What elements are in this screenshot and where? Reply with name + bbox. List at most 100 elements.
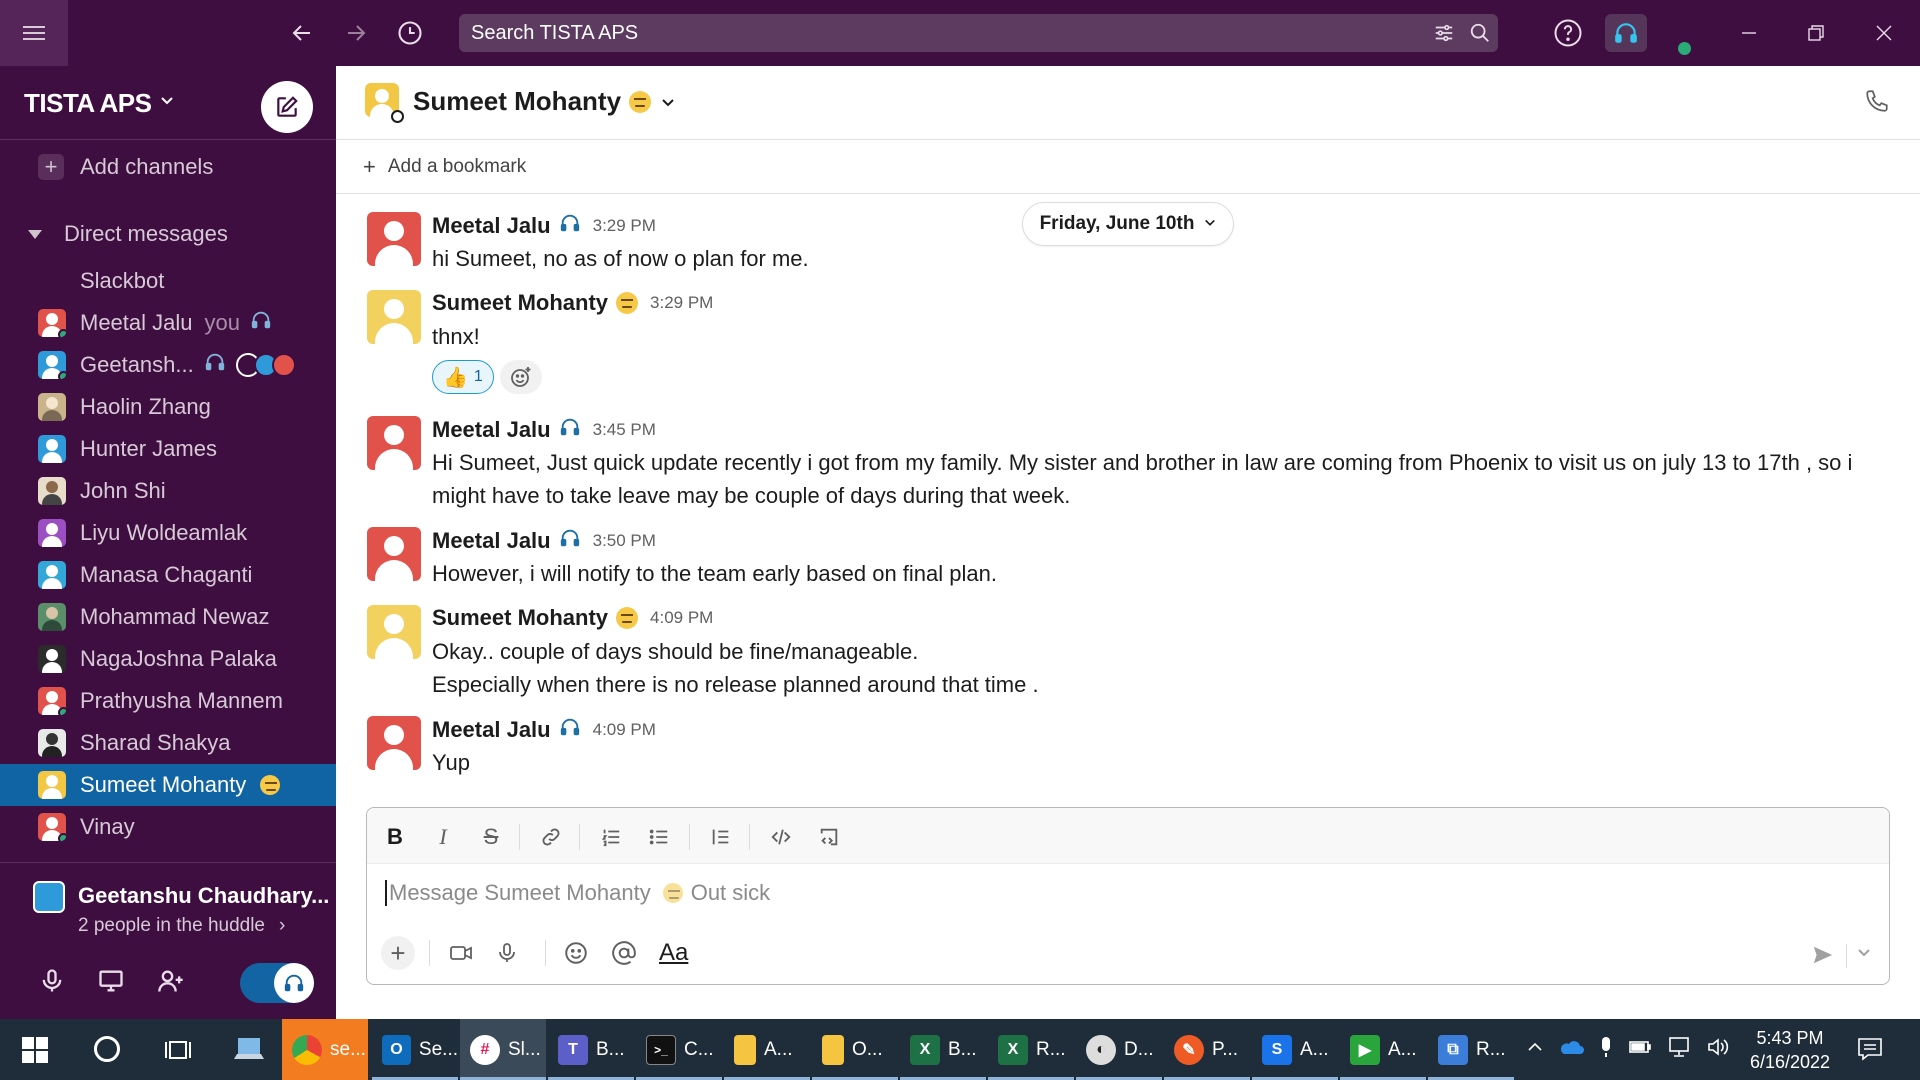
chevron-up-icon[interactable] [1526,1038,1544,1061]
format-text-icon[interactable]: Aa [659,936,688,970]
channel-title[interactable]: Sumeet Mohanty [413,86,675,117]
thumbs-up-reaction[interactable]: 👍 1 [432,360,494,394]
mention-icon[interactable] [611,936,637,970]
volume-icon[interactable] [1706,1036,1730,1063]
cortana-icon[interactable] [94,1036,120,1062]
message-author[interactable]: Sumeet Mohanty [432,290,608,316]
forward-arrow-icon[interactable] [340,17,372,49]
message-input[interactable]: Message Sumeet Mohanty Out sick [385,880,770,906]
help-icon[interactable] [1552,17,1584,49]
sidebar-item-geetanshu[interactable]: Geetansh... [0,344,336,386]
add-channels-button[interactable]: + Add channels [38,154,213,180]
back-arrow-icon[interactable] [286,17,318,49]
microphone-icon[interactable] [1598,1035,1614,1064]
avatar[interactable] [367,416,421,470]
taskbar-app-slack[interactable]: # Sl... [460,1019,546,1080]
sidebar-item-liyu-woldeamlak[interactable]: Liyu Woldeamlak [0,512,336,554]
taskbar-app-postman[interactable]: ✎ P... [1164,1019,1250,1080]
taskbar-app-explorer-a[interactable]: A... [724,1019,810,1080]
chevron-down-icon[interactable] [1857,946,1871,965]
bold-icon[interactable]: B [379,822,411,852]
microphone-icon[interactable] [38,967,66,1000]
task-view-icon[interactable] [164,1037,192,1068]
message-timestamp[interactable]: 4:09 PM [593,720,656,740]
direct-messages-header[interactable]: Direct messages [28,221,228,247]
add-bookmark-button[interactable]: + Add a bookmark [363,154,526,180]
taskbar-app-d[interactable]: ◐ D... [1076,1019,1162,1080]
message-timestamp[interactable]: 3:50 PM [593,531,656,551]
send-icon[interactable] [1811,944,1835,971]
avatar[interactable] [367,527,421,581]
compose-button[interactable] [261,81,313,133]
video-clip-icon[interactable] [447,936,475,970]
sidebar-item-haolin-zhang[interactable]: Haolin Zhang [0,386,336,428]
code-block-icon[interactable] [813,822,845,852]
notifications-icon[interactable] [1856,1036,1884,1067]
huddle-subtitle[interactable]: 2 people in the huddle › [78,915,285,937]
search-bar[interactable]: Search TISTA APS [459,14,1498,52]
sidebar-item-vinay[interactable]: Vinay [0,806,336,848]
huddle-toggle[interactable] [240,963,314,1003]
message-author[interactable]: Meetal Jalu [432,213,551,239]
message-author[interactable]: Sumeet Mohanty [432,605,608,631]
message-author[interactable]: Meetal Jalu [432,417,551,443]
sidebar-item-prathyusha-mannem[interactable]: Prathyusha Mannem [0,680,336,722]
numbered-list-icon[interactable] [595,822,627,852]
history-clock-icon[interactable] [394,17,426,49]
laptop-app-icon[interactable] [232,1035,266,1070]
avatar[interactable] [367,716,421,770]
blockquote-icon[interactable] [705,822,737,852]
huddle-headset-button[interactable] [1605,14,1647,52]
huddle-name[interactable]: Geetanshu Chaudhary... [78,883,329,909]
taskbar-app-outlook[interactable]: O Se... [372,1019,458,1080]
avatar[interactable] [367,290,421,344]
sidebar-item-manasa-chaganti[interactable]: Manasa Chaganti [0,554,336,596]
battery-icon[interactable] [1628,1038,1652,1061]
sidebar-item-sumeet-mohanty[interactable]: Sumeet Mohanty [0,764,336,806]
attach-plus-icon[interactable]: + [381,936,415,970]
onedrive-icon[interactable] [1558,1038,1584,1061]
bulleted-list-icon[interactable] [643,822,675,852]
sidebar-item-nagajoshna-palaka[interactable]: NagaJoshna Palaka [0,638,336,680]
screen-share-icon[interactable] [96,967,126,1000]
code-icon[interactable] [765,822,797,852]
audio-clip-icon[interactable] [495,936,519,970]
message-author[interactable]: Meetal Jalu [432,717,551,743]
date-divider[interactable]: Friday, June 10th [1022,202,1234,246]
chevron-down-icon[interactable] [160,94,174,113]
search-filter-icon[interactable] [1426,15,1462,51]
system-clock[interactable]: 5:43 PM 6/16/2022 [1740,1026,1840,1074]
taskbar-app-media[interactable]: ▶ A... [1340,1019,1426,1080]
message-timestamp[interactable]: 3:29 PM [593,216,656,236]
message-timestamp[interactable]: 4:09 PM [650,608,713,628]
strikethrough-icon[interactable]: S [475,822,507,852]
add-reaction-button[interactable] [499,360,542,394]
phone-icon[interactable] [1864,88,1890,119]
taskbar-app-terminal[interactable]: >_ C... [636,1019,722,1080]
taskbar-app-remote-desktop[interactable]: ⧉ R... [1428,1019,1514,1080]
sidebar-item-hunter-james[interactable]: Hunter James [0,428,336,470]
italic-icon[interactable]: I [427,822,459,852]
restore-icon[interactable] [1800,17,1832,49]
message-timestamp[interactable]: 3:45 PM [593,420,656,440]
sidebar-item-sharad-shakya[interactable]: Sharad Shakya [0,722,336,764]
taskbar-app-chrome[interactable]: se... [282,1019,368,1080]
taskbar-app-excel-r[interactable]: X R... [988,1019,1074,1080]
taskbar-app-explorer-o[interactable]: O... [812,1019,898,1080]
message-timestamp[interactable]: 3:29 PM [650,293,713,313]
avatar[interactable] [367,212,421,266]
add-person-icon[interactable] [156,967,186,1000]
avatar[interactable] [367,605,421,659]
sidebar-item-meetal-jalu[interactable]: Meetal Jalu you [0,302,336,344]
link-icon[interactable] [535,822,567,852]
message-author[interactable]: Meetal Jalu [432,528,551,554]
taskbar-app-azure-data-studio[interactable]: S A... [1252,1019,1338,1080]
emoji-icon[interactable] [563,936,589,970]
sidebar-item-slackbot[interactable]: Slackbot [0,260,336,302]
network-icon[interactable] [1666,1036,1692,1063]
huddle-bar[interactable]: Geetanshu Chaudhary... 2 people in the h… [0,862,336,1019]
search-icon[interactable] [1462,15,1498,51]
taskbar-app-teams[interactable]: T B... [548,1019,634,1080]
sidebar-item-mohammad-newaz[interactable]: Mohammad Newaz [0,596,336,638]
workspace-name[interactable]: TISTA APS [24,88,152,119]
